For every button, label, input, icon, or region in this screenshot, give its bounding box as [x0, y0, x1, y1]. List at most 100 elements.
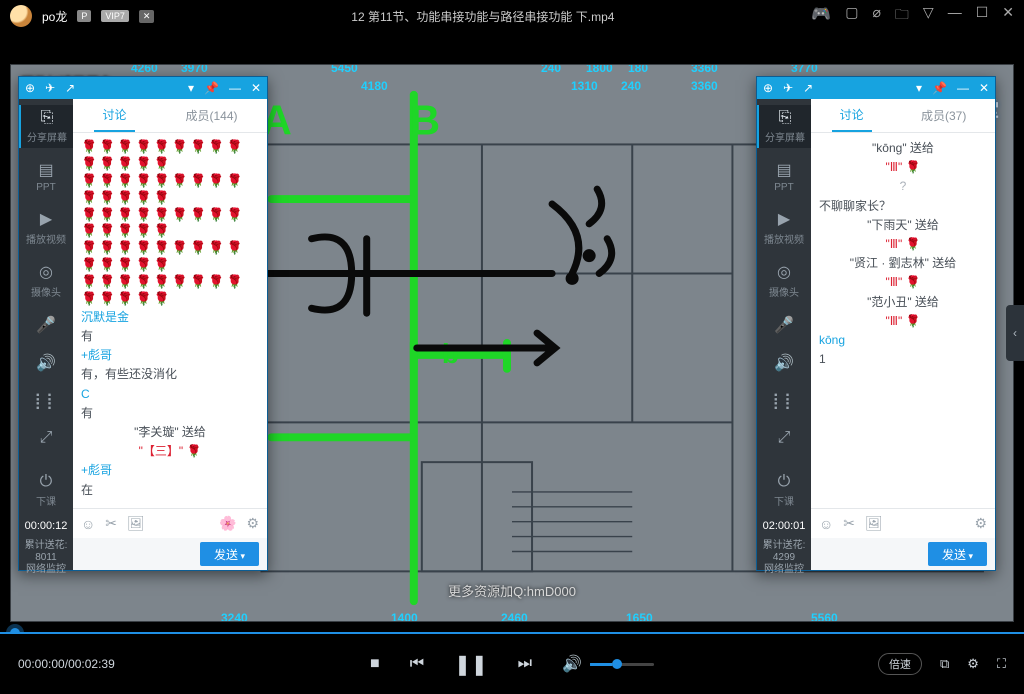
- rail-play-video[interactable]: ▶播放视频: [757, 205, 811, 250]
- user-avatar[interactable]: [10, 5, 32, 27]
- prev-button[interactable]: ⏮: [410, 655, 424, 673]
- tab-discuss[interactable]: 讨论: [832, 99, 872, 132]
- image-icon[interactable]: 🖼: [865, 515, 883, 532]
- stop-button[interactable]: ■: [370, 655, 380, 673]
- folder-icon[interactable]: 🗀: [895, 4, 909, 28]
- settings-icon[interactable]: ⚙: [967, 656, 979, 672]
- maximize-icon[interactable]: ☐: [976, 4, 989, 28]
- rail-ppt[interactable]: ▤PPT: [19, 156, 73, 197]
- ppt-icon: ▤: [757, 160, 811, 180]
- rail-equalizer[interactable]: ⡇⡇: [757, 387, 811, 417]
- rail-camera[interactable]: ◎摄像头: [757, 258, 811, 303]
- camera-icon: ◎: [757, 262, 811, 282]
- speaker-icon: 🔊: [757, 353, 811, 373]
- panel-min-icon[interactable]: —: [229, 81, 241, 95]
- rail-play-video[interactable]: ▶播放视频: [19, 205, 73, 250]
- mute-icon[interactable]: ⌀: [872, 4, 880, 28]
- share-icon[interactable]: ↗: [65, 81, 75, 95]
- chat-inputbar: ☺ ✂ 🖼 🌸 ⚙: [73, 508, 267, 538]
- gear-icon[interactable]: ⚙: [246, 515, 259, 532]
- panel-close-icon[interactable]: ✕: [251, 81, 261, 95]
- time-duration: 00:02:39: [68, 657, 115, 671]
- share-icon[interactable]: ↗: [803, 81, 813, 95]
- badge-vip: VIP7: [101, 10, 129, 22]
- filter-icon[interactable]: ▽: [923, 4, 934, 28]
- chat-main: 讨论 成员(144) 🌹🌹🌹🌹🌹🌹🌹🌹🌹🌹🌹🌹🌹🌹🌹🌹🌹🌹🌹🌹🌹🌹🌹🌹🌹🌹🌹🌹 …: [73, 99, 267, 570]
- menu-caret-icon[interactable]: ▾: [188, 81, 194, 95]
- msg-user: 沉默是金: [81, 308, 259, 327]
- fullscreen-icon[interactable]: ⛶: [997, 656, 1006, 672]
- rail-stats: 累计送花: 8011 网络监控: [25, 540, 68, 576]
- volume-control[interactable]: 🔊: [562, 654, 654, 674]
- chat-feed[interactable]: "kōng" 送给"Ⅲ" 🌹 ? 不聊聊家长？ "下雨天" 送给"Ⅲ" 🌹 "贤…: [811, 133, 995, 508]
- rail-share-screen[interactable]: ⎘分享屏幕: [19, 105, 73, 148]
- msg-text: 1: [819, 350, 987, 369]
- gift-line: "kōng" 送给"Ⅲ" 🌹: [819, 139, 987, 177]
- rail-share-screen[interactable]: ⎘分享屏幕: [757, 105, 811, 148]
- minimize-icon[interactable]: —: [948, 4, 962, 28]
- send-button[interactable]: 发送: [928, 542, 987, 566]
- gift-line: "李关璇" 送给 "【三】" 🌹: [81, 423, 259, 461]
- rail-expand[interactable]: ⤢: [757, 425, 811, 453]
- rail-end-class[interactable]: ⏻下课: [757, 469, 811, 512]
- gear-icon[interactable]: ⚙: [974, 515, 987, 532]
- svg-text:B: B: [410, 97, 440, 144]
- chat-panel-left: ⊕ ✈ ↗ ▾ 📌 — ✕ ⎘分享屏幕 ▤PPT ▶播放视频 ◎摄像头 🎤 🔊 ⡇⡇ ⤢ …: [18, 76, 268, 571]
- play-pause-button[interactable]: ❚❚: [454, 652, 488, 677]
- pin-icon[interactable]: ⊕: [25, 81, 35, 95]
- rail-camera[interactable]: ◎摄像头: [19, 258, 73, 303]
- rail-ppt[interactable]: ▤PPT: [757, 156, 811, 197]
- rail-mic[interactable]: 🎤: [757, 311, 811, 341]
- emoji-icon[interactable]: ☺: [819, 516, 833, 532]
- rail-mic[interactable]: 🎤: [19, 311, 73, 341]
- rail-speaker[interactable]: 🔊: [19, 349, 73, 379]
- gift-line: "下雨天" 送给"Ⅲ" 🌹: [819, 216, 987, 254]
- panel-close-icon[interactable]: ✕: [979, 81, 989, 95]
- pin2-icon[interactable]: 📌: [932, 81, 947, 95]
- gamepad-icon[interactable]: 🎮: [811, 4, 831, 28]
- rail-end-class[interactable]: ⏻下课: [19, 469, 73, 512]
- tab-members[interactable]: 成员(144): [177, 99, 245, 132]
- panel-min-icon[interactable]: —: [957, 81, 969, 95]
- volume-slider[interactable]: [590, 663, 654, 666]
- chat-toolrail: ⎘分享屏幕 ▤PPT ▶播放视频 ◎摄像头 🎤 🔊 ⡇⡇ ⤢ ⏻下课 00:00…: [19, 77, 73, 570]
- menu-caret-icon[interactable]: ▾: [916, 81, 922, 95]
- rail-timer: 02:00:01: [763, 520, 806, 532]
- badge-p: P: [77, 10, 91, 22]
- tab-members[interactable]: 成员(37): [913, 99, 974, 132]
- microphone-icon: 🎤: [757, 315, 811, 335]
- plane-icon[interactable]: ✈: [45, 81, 55, 95]
- next-button[interactable]: ⏭: [518, 655, 532, 673]
- scissors-icon[interactable]: ✂: [843, 515, 855, 532]
- chat-feed[interactable]: 🌹🌹🌹🌹🌹🌹🌹🌹🌹🌹🌹🌹🌹🌹🌹🌹🌹🌹🌹🌹🌹🌹🌹🌹🌹🌹🌹🌹 🌹🌹🌹🌹🌹🌹🌹🌹🌹🌹🌹…: [73, 133, 267, 508]
- close-icon[interactable]: ✕: [1002, 4, 1014, 28]
- plane-icon[interactable]: ✈: [783, 81, 793, 95]
- flower-send-icon[interactable]: 🌸: [219, 515, 236, 532]
- badge-close-small[interactable]: ✕: [139, 10, 155, 23]
- playback-speed-button[interactable]: 倍速: [878, 653, 922, 675]
- send-button[interactable]: 发送: [200, 542, 259, 566]
- play-icon: ▶: [757, 209, 811, 229]
- chat-header[interactable]: ⊕ ✈ ↗ ▾ 📌 — ✕: [757, 77, 995, 99]
- side-collapse-handle[interactable]: ‹: [1006, 305, 1024, 361]
- pin2-icon[interactable]: 📌: [204, 81, 219, 95]
- svg-text:b: b: [442, 338, 459, 369]
- rail-stats: 累计送花: 4299 网络监控: [763, 540, 806, 576]
- gift-line: "范小丑" 送给"Ⅲ" 🌹: [819, 293, 987, 331]
- chat-toolrail: ⎘分享屏幕 ▤PPT ▶播放视频 ◎摄像头 🎤 🔊 ⡇⡇ ⤢ ⏻下课 02:00…: [757, 77, 811, 570]
- volume-icon[interactable]: 🔊: [562, 654, 582, 674]
- rail-expand[interactable]: ⤢: [19, 425, 73, 453]
- tab-discuss[interactable]: 讨论: [94, 99, 134, 132]
- rail-equalizer[interactable]: ⡇⡇: [19, 387, 73, 417]
- pin-icon[interactable]: ⊕: [763, 81, 773, 95]
- gift-line: "贤江 · 劉志林" 送给"Ⅲ" 🌹: [819, 254, 987, 292]
- titlebar-actions: 🎮 ▢ ⌀ 🗀 ▽ — ☐ ✕: [811, 4, 1014, 28]
- pip-icon[interactable]: ⧉: [940, 656, 949, 672]
- window-icon[interactable]: ▢: [845, 4, 858, 28]
- app-titlebar: po龙 P VIP7 ✕ 12 第11节、功能串接功能与路径串接功能 下.mp4…: [0, 0, 1024, 32]
- image-icon[interactable]: 🖼: [127, 515, 145, 532]
- chat-header[interactable]: ⊕ ✈ ↗ ▾ 📌 — ✕: [19, 77, 267, 99]
- rail-speaker[interactable]: 🔊: [757, 349, 811, 379]
- emoji-icon[interactable]: ☺: [81, 516, 95, 532]
- scissors-icon[interactable]: ✂: [105, 515, 117, 532]
